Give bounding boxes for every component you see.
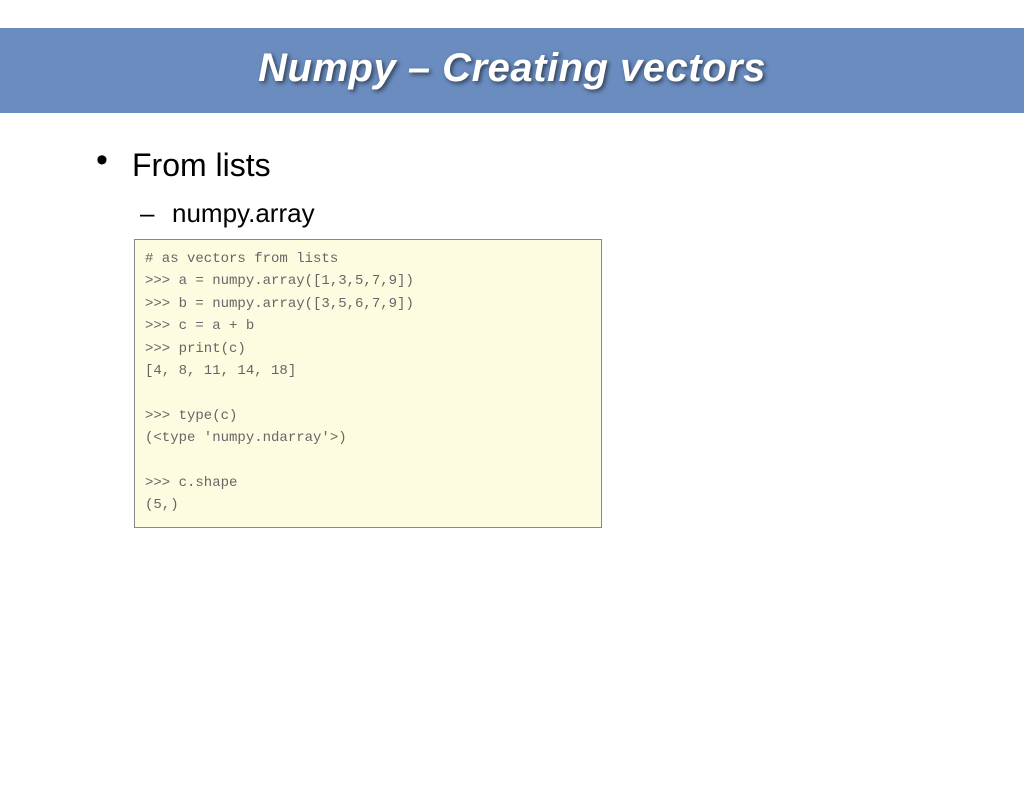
code-block: # as vectors from lists >>> a = numpy.ar… [134,239,602,528]
bullet-list: From lists numpy.array # as vectors from… [96,147,940,528]
sub-bullet-text: numpy.array [172,198,315,228]
sub-bullet-list: numpy.array [140,198,940,229]
sub-bullet-numpy-array: numpy.array [140,198,940,229]
slide-title: Numpy – Creating vectors [0,46,1024,91]
bullet-text: From lists [132,147,271,183]
bullet-from-lists: From lists numpy.array # as vectors from… [96,147,940,528]
slide-content: From lists numpy.array # as vectors from… [0,113,1024,528]
slide-title-band: Numpy – Creating vectors [0,28,1024,113]
